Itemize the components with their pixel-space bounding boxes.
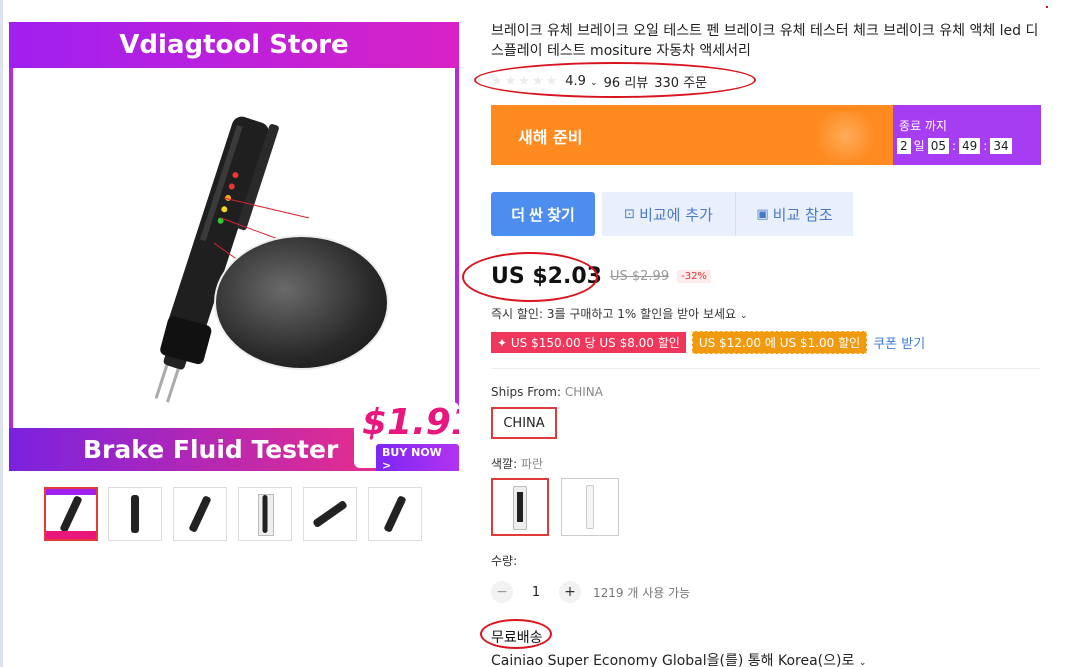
promo-price-badge: $1.91 BUY NOW > bbox=[354, 402, 459, 471]
thumbnail-6[interactable] bbox=[368, 487, 422, 541]
countdown-separator: : bbox=[983, 138, 988, 153]
compare-add-icon: ⊡ bbox=[624, 206, 636, 222]
view-compare-label: 비교 참조 bbox=[772, 205, 833, 224]
instant-discount-info[interactable]: 즉시 할인: 3를 구매하고 1% 할인을 받아 보세요 ⌄ bbox=[491, 305, 747, 322]
shipping-method[interactable]: Cainiao Super Economy Global을(를) 통해 Kore… bbox=[491, 650, 866, 667]
discount-badge: -32% bbox=[677, 270, 711, 283]
instant-discount-text: 즉시 할인: 3를 구매하고 1% 할인을 받아 보세요 bbox=[491, 307, 737, 321]
countdown-seconds: 34 bbox=[990, 137, 1012, 154]
promo-banner: 새해 준비 종료 까지 2 일 05 : 49 : 34 bbox=[491, 105, 1041, 165]
promo-label: 새해 준비 bbox=[518, 128, 583, 147]
promo-countdown-panel: 종료 까지 2 일 05 : 49 : 34 bbox=[893, 105, 1041, 165]
store-banner-title: Vdiagtool Store bbox=[9, 22, 459, 68]
thumbnail-5[interactable] bbox=[303, 487, 357, 541]
color-value: 파란 bbox=[520, 457, 544, 471]
color-option-image bbox=[586, 485, 594, 529]
thumbnail-3[interactable] bbox=[173, 487, 227, 541]
add-to-compare-button[interactable]: ⊡ 비교에 추가 bbox=[602, 192, 736, 236]
quantity-stepper: − 1 + 1219 개 사용 가능 bbox=[491, 581, 690, 603]
quantity-plus-button[interactable]: + bbox=[559, 581, 581, 603]
quantity-label: 수량: bbox=[491, 554, 518, 568]
annotation-circle-price bbox=[462, 252, 598, 302]
color-option-1[interactable] bbox=[491, 478, 549, 536]
thumbnail-pen-image bbox=[131, 495, 139, 533]
main-product-image[interactable]: Vdiagtool Store Brake Fluid Tester $1.91… bbox=[9, 22, 459, 471]
thumbnail-pen-image bbox=[59, 495, 83, 533]
thumbnail-2[interactable] bbox=[108, 487, 162, 541]
store-coupon[interactable]: ✦ US $150.00 당 US $8.00 할인 bbox=[491, 332, 686, 353]
find-cheaper-button[interactable]: 더 싼 찾기 bbox=[491, 192, 595, 236]
brake-fluid-pen-illustration bbox=[154, 116, 310, 403]
compare-list-icon: ▣ bbox=[756, 206, 769, 222]
quantity-minus-button[interactable]: − bbox=[491, 581, 513, 603]
thumbnail-pen-image bbox=[383, 495, 407, 533]
chevron-down-icon: ⌄ bbox=[858, 658, 867, 667]
color-option-pen bbox=[517, 492, 523, 522]
color-label: 색깔: 파란 bbox=[491, 455, 543, 472]
ship-from-option-china[interactable]: CHINA bbox=[491, 407, 557, 439]
countdown-day-unit: 일 bbox=[913, 139, 925, 153]
shipping-method-text: Cainiao Super Economy Global을(를) 통해 Kore… bbox=[491, 653, 855, 667]
thumbnail-banner-bottom bbox=[46, 531, 96, 539]
quantity-input[interactable]: 1 bbox=[521, 585, 551, 600]
engine-photo-inset bbox=[214, 235, 389, 370]
product-title: 브레이크 유체 브레이크 오일 테스트 펜 브레이크 유체 테스터 체크 브레이… bbox=[491, 23, 1039, 59]
color-option-2[interactable] bbox=[561, 478, 619, 536]
annotation-circle-free-shipping bbox=[480, 619, 552, 649]
ships-from-label: Ships From: CHINA bbox=[491, 385, 603, 399]
countdown-hours: 05 bbox=[927, 137, 949, 154]
color-label-text: 색깔: bbox=[491, 457, 518, 471]
action-button-row: 더 싼 찾기 ⊡ 비교에 추가 ▣ 비교 참조 bbox=[491, 192, 853, 236]
promo-price-text: $1.91 bbox=[362, 402, 459, 443]
add-to-compare-label: 비교에 추가 bbox=[639, 205, 713, 224]
thumbnail-pen-image bbox=[188, 495, 212, 533]
section-divider bbox=[491, 368, 1041, 369]
original-price: US $2.99 bbox=[609, 269, 670, 284]
thumbnail-1[interactable] bbox=[44, 487, 98, 541]
view-compare-button[interactable]: ▣ 비교 참조 bbox=[736, 192, 853, 236]
countdown-label: 종료 까지 bbox=[899, 119, 947, 133]
page-left-edge bbox=[0, 0, 3, 667]
promo-decoration-image bbox=[811, 111, 881, 161]
coupon-row: ✦ US $150.00 당 US $8.00 할인 US $12.00 에 U… bbox=[491, 331, 925, 354]
countdown-minutes: 49 bbox=[959, 137, 981, 154]
thumbnail-banner bbox=[46, 489, 96, 495]
select-coupon[interactable]: US $12.00 에 US $1.00 할인 bbox=[691, 331, 868, 354]
countdown-timer: 2 일 05 : 49 : 34 bbox=[897, 137, 1012, 154]
ships-from-value: CHINA bbox=[564, 385, 603, 399]
countdown-separator: : bbox=[951, 138, 957, 153]
ships-from-label-text: Ships From: bbox=[491, 385, 562, 399]
chevron-down-icon: ⌄ bbox=[739, 311, 748, 321]
quantity-available: 1219 개 사용 가능 bbox=[593, 585, 691, 600]
get-coupon-link[interactable]: 쿠폰 받기 bbox=[873, 333, 925, 352]
thumbnail-pen-image bbox=[262, 495, 268, 533]
countdown-days: 2 bbox=[897, 137, 911, 154]
annotation-dot bbox=[1046, 6, 1048, 8]
annotation-circle-rating bbox=[474, 62, 756, 98]
thumbnail-4[interactable] bbox=[238, 487, 292, 541]
buy-now-badge: BUY NOW > bbox=[376, 444, 459, 471]
thumbnail-pen-image bbox=[312, 499, 348, 529]
